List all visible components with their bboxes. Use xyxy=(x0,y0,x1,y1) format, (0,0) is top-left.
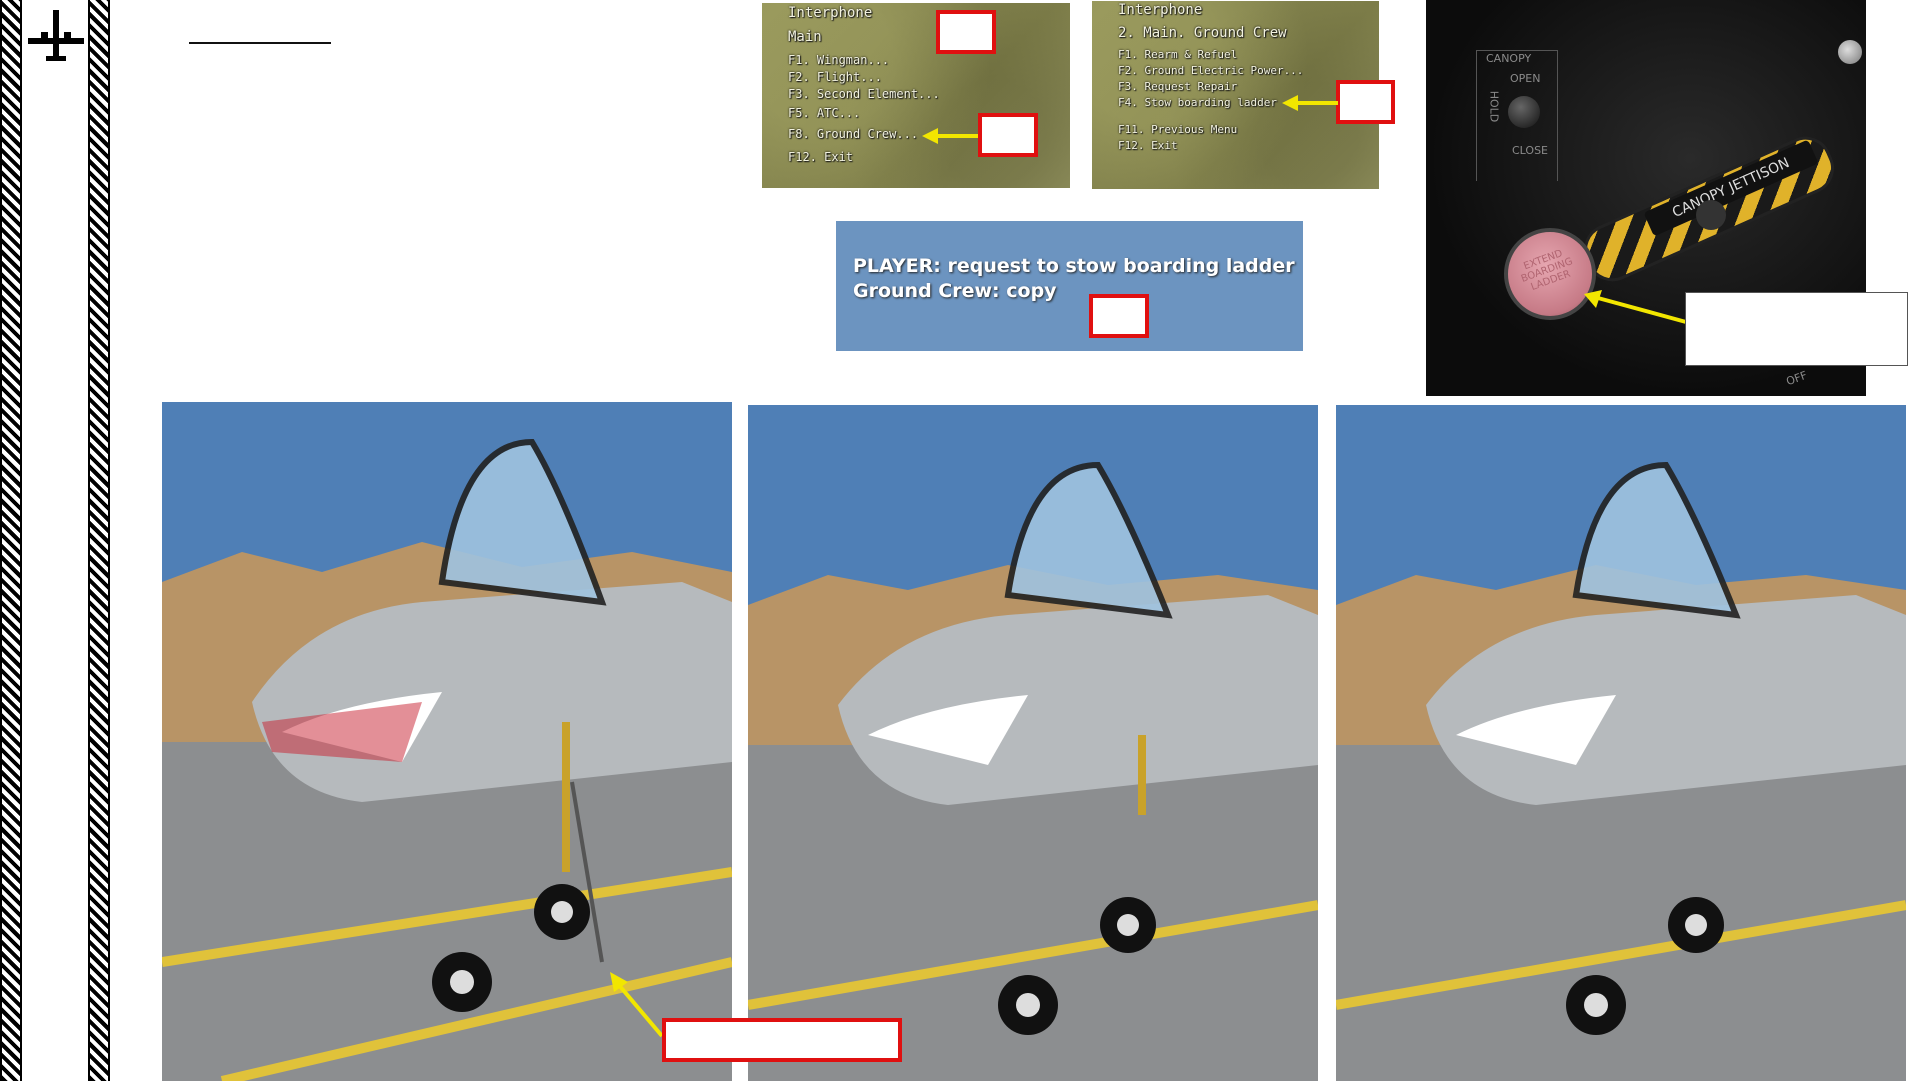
callout-box-cockpit xyxy=(1685,292,1908,366)
canopy-switch[interactable] xyxy=(1508,96,1540,128)
aircraft-photo-ladder-stowed xyxy=(1336,405,1906,1081)
menu-item-ground-crew[interactable]: F8. Ground Crew... xyxy=(788,127,918,141)
message-ground-crew: Ground Crew: copy xyxy=(853,280,1057,302)
cockpit-knob xyxy=(1696,200,1726,230)
callout-box-main xyxy=(936,10,996,54)
menu-item-flight[interactable]: F2. Flight... xyxy=(788,70,882,84)
arrow-ground-crew xyxy=(922,128,978,144)
menu-item-exit[interactable]: F12. Exit xyxy=(1118,139,1178,152)
menu-item-stow-ladder[interactable]: F4. Stow boarding ladder xyxy=(1118,96,1277,109)
arrow-extend-ladder xyxy=(1584,290,1687,324)
arrow-stow-ladder xyxy=(1282,95,1338,111)
aircraft-silhouette-icon xyxy=(28,10,84,61)
menu-item-rearm-refuel[interactable]: F1. Rearm & Refuel xyxy=(1118,48,1237,61)
menu-item-previous-menu[interactable]: F11. Previous Menu xyxy=(1118,123,1237,136)
arrow-ladder xyxy=(610,972,664,1038)
canopy-label: CANOPY xyxy=(1486,52,1532,65)
left-rail-stripe-inner xyxy=(88,0,110,1081)
title-underline xyxy=(189,42,331,44)
menu-item-atc[interactable]: F5. ATC... xyxy=(788,106,860,120)
hold-label: HOLD xyxy=(1487,90,1501,123)
menu-title: Interphone xyxy=(1118,2,1203,18)
left-rail-stripe xyxy=(0,0,22,1081)
cockpit-screw xyxy=(1838,40,1862,64)
open-label: OPEN xyxy=(1510,72,1541,85)
menu-title: Interphone xyxy=(788,5,873,21)
radio-message-panel: PLAYER: request to stow boarding ladder … xyxy=(836,221,1303,351)
close-label: CLOSE xyxy=(1512,144,1549,157)
menu-subtitle: Main xyxy=(788,29,822,45)
menu-item-request-repair[interactable]: F3. Request Repair xyxy=(1118,80,1237,93)
menu-item-wingman[interactable]: F1. Wingman... xyxy=(788,53,889,67)
menu-subtitle: 2. Main. Ground Crew xyxy=(1118,25,1287,41)
message-player: PLAYER: request to stow boarding ladder xyxy=(853,255,1295,277)
aircraft-photo-ladder-retracting xyxy=(748,405,1318,1081)
callout-box-stow-ladder xyxy=(1336,80,1395,124)
menu-item-second-element[interactable]: F3. Second Element... xyxy=(788,87,940,101)
radio-menu-main: Interphone Main F1. Wingman... F2. Fligh… xyxy=(762,3,1070,188)
callout-box-ladder xyxy=(662,1018,902,1062)
callout-box-ground-crew xyxy=(978,113,1038,157)
off-label: OFF xyxy=(1784,368,1809,389)
menu-item-ground-power[interactable]: F2. Ground Electric Power... xyxy=(1118,64,1303,77)
callout-box-message xyxy=(1089,294,1149,338)
menu-item-exit[interactable]: F12. Exit xyxy=(788,150,853,164)
